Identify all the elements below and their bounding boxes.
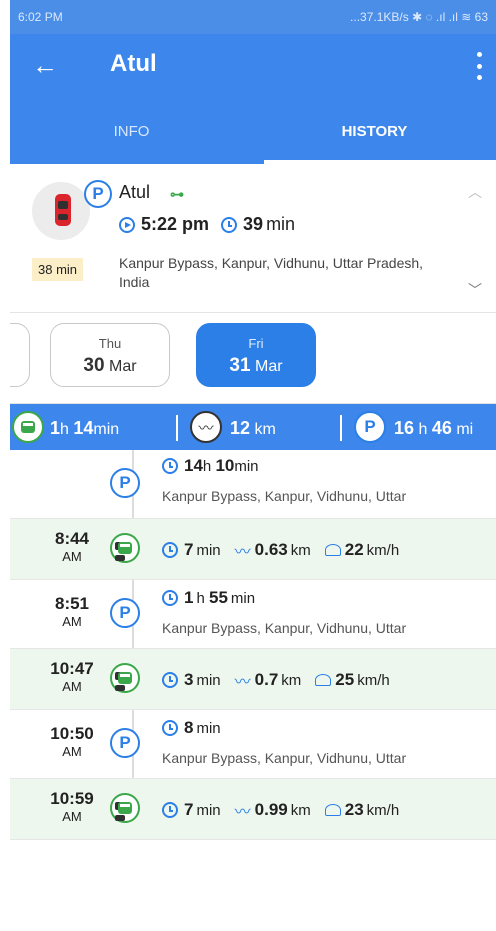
drive-stats: 7 min 〰 0.99 km 23 km/h xyxy=(162,798,399,822)
row-time: 10:47 xyxy=(50,659,94,678)
timeline-row-park[interactable]: 8:51 AM P 1h 55 min Kanpur Bypass, Kanpur,… xyxy=(10,580,496,649)
parking-icon: P xyxy=(110,598,140,628)
clock-icon xyxy=(162,458,178,474)
parking-total: 16 h 46 mi xyxy=(394,418,474,438)
timeline-row-drive[interactable]: 10:59 AM 7 min 〰 0.99 km 23 km/h xyxy=(10,779,496,840)
day-selector: Thu 30 Mar Fri 31 Mar xyxy=(10,313,496,404)
distance-icon: 〰 xyxy=(234,804,251,821)
car-icon xyxy=(55,194,71,226)
status-bar: 6:02 PM ...37.1KB/s ✱ ◌ .ıl .ıl ≋ 63 xyxy=(10,0,496,34)
tab-history[interactable]: HISTORY xyxy=(253,98,496,164)
clock-icon xyxy=(162,590,178,606)
speed-icon xyxy=(324,804,341,816)
day-name: Thu xyxy=(98,336,122,351)
more-options-icon[interactable] xyxy=(476,52,482,80)
distance-icon: 〰 xyxy=(190,411,222,443)
back-arrow-icon[interactable]: ← xyxy=(32,48,58,82)
app-screen: 6:02 PM ...37.1KB/s ✱ ◌ .ıl .ıl ≋ 63 ← A… xyxy=(10,0,496,931)
tab-bar: INFO HISTORY xyxy=(10,98,496,164)
day-chip-fri[interactable]: Fri 31 Mar xyxy=(196,323,316,387)
timeline-row-drive[interactable]: 8:44 AM 7 min 〰 0.63 km 22 km/h xyxy=(10,519,496,580)
duration-unit: min xyxy=(266,214,296,234)
parking-icon: P xyxy=(354,411,386,443)
speed-icon xyxy=(324,544,341,556)
day-month: Mar xyxy=(109,358,137,375)
start-time: 5:22 pm xyxy=(141,214,210,234)
row-time: 10:50 xyxy=(50,724,94,743)
parking-icon: P xyxy=(84,180,112,208)
duration-value: 39 xyxy=(243,214,264,234)
clock-icon xyxy=(221,216,238,233)
distance-icon: 〰 xyxy=(234,674,251,691)
row-ampm: AM xyxy=(62,744,82,759)
park-address: Kanpur Bypass, Kanpur, Vidhunu, Uttar xyxy=(162,750,407,766)
status-time: 6:02 PM xyxy=(18,10,63,24)
play-icon xyxy=(119,216,135,233)
day-name: Fri xyxy=(248,336,264,351)
clock-icon xyxy=(162,672,178,688)
timeline-row-park[interactable]: 10:50 AM P 8 min Kanpur Bypass, Kanpur, Vi… xyxy=(10,710,496,779)
clock-icon xyxy=(162,802,178,818)
day-chip-previous[interactable] xyxy=(10,323,30,387)
stats-divider xyxy=(176,415,178,441)
distance-total: 12 km xyxy=(230,418,276,438)
row-time: 8:51 xyxy=(54,594,90,613)
car-icon xyxy=(110,793,140,823)
park-duration: 14 h 10 min xyxy=(162,456,259,476)
clock-icon xyxy=(162,542,178,558)
row-time: 10:59 xyxy=(50,789,94,808)
summary-address: Kanpur Bypass, Kanpur, Vidhunu, Uttar Pr… xyxy=(119,255,424,290)
park-address: Kanpur Bypass, Kanpur, Vidhunu, Uttar xyxy=(162,488,407,504)
speed-icon xyxy=(315,674,332,686)
trip-summary-card[interactable]: P Atul ⊶ 5:22 pm 39 min 38 min Kanpur By… xyxy=(10,164,496,313)
page-title: Atul xyxy=(110,50,157,77)
status-indicators: ...37.1KB/s ✱ ◌ .ıl .ıl ≋ 63 xyxy=(350,10,488,24)
day-month: Mar xyxy=(255,358,283,375)
drive-stats: 3 min 〰 0.7 km 25 km/h xyxy=(162,668,390,692)
car-icon xyxy=(110,533,140,563)
vehicle-name: Atul xyxy=(119,182,151,202)
timeline-row-park[interactable]: P 14 h 10 min Kanpur Bypass, Kanpur, Vidhu… xyxy=(10,450,496,519)
row-ampm: AM xyxy=(62,679,82,694)
chevron-down-icon[interactable]: ﹀ xyxy=(468,280,482,300)
day-date: 31 xyxy=(229,355,251,376)
row-ampm: AM xyxy=(62,809,82,824)
car-icon xyxy=(110,663,140,693)
distance-icon: 〰 xyxy=(234,544,251,561)
day-chip-thu[interactable]: Thu 30 Mar xyxy=(50,323,170,387)
row-time: 8:44 xyxy=(54,529,90,548)
history-timeline: P 14 h 10 min Kanpur Bypass, Kanpur, Vidhu… xyxy=(10,450,496,840)
park-duration: 1h 55 min xyxy=(162,588,255,608)
stats-divider xyxy=(340,415,342,441)
drive-stats: 7 min 〰 0.63 km 22 km/h xyxy=(162,538,399,562)
row-ampm: AM xyxy=(62,549,82,564)
park-duration: 8 min xyxy=(162,718,221,738)
day-date: 30 xyxy=(83,355,105,376)
chevron-up-icon[interactable]: ︿ xyxy=(468,182,482,202)
tab-info[interactable]: INFO xyxy=(10,98,253,164)
clock-icon xyxy=(162,720,178,736)
summary-times: 5:22 pm 39 min xyxy=(119,214,295,235)
duration-badge: 38 min xyxy=(32,258,84,281)
row-ampm: AM xyxy=(62,614,82,629)
timeline-row-drive[interactable]: 10:47 AM 3 min 〰 0.7 km 25 km/h xyxy=(10,649,496,710)
app-bar: ← Atul xyxy=(10,34,496,98)
drive-icon xyxy=(12,411,44,443)
drive-total: 1h 14min xyxy=(50,418,120,438)
key-icon: ⊶ xyxy=(170,186,184,202)
park-address: Kanpur Bypass, Kanpur, Vidhunu, Uttar xyxy=(162,620,407,636)
day-stats-bar: 1h 14min 〰 12 km P 16 h 46 mi xyxy=(10,404,496,450)
parking-icon: P xyxy=(110,468,140,498)
parking-icon: P xyxy=(110,728,140,758)
